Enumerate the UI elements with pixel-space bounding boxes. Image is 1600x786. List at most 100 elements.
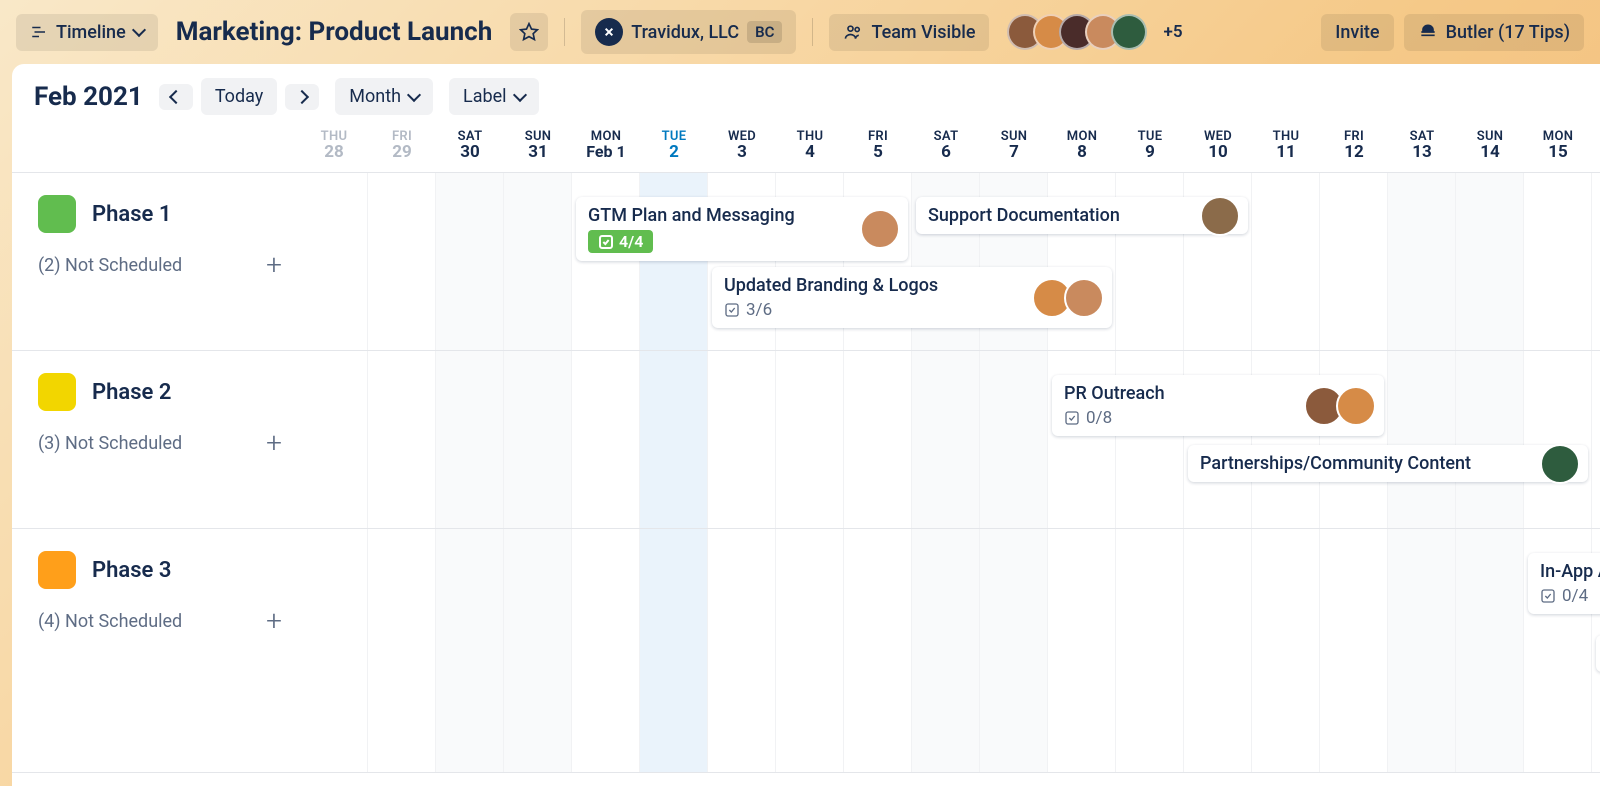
day-header: THU4 [776,125,844,172]
grid-column [1048,529,1116,772]
grid-column [1388,173,1456,350]
lane-grid[interactable]: In-App Announcement 0/4 Upload Tutorial Vi… [300,529,1600,772]
card-title: Support Documentation [928,205,1236,226]
grid-column [1388,351,1456,528]
member-overflow[interactable]: +5 [1163,22,1182,42]
add-card-button[interactable]: + [266,607,282,635]
grid-column [980,529,1048,772]
not-scheduled-label[interactable]: (4) Not Scheduled [38,611,182,632]
not-scheduled-label[interactable]: (3) Not Scheduled [38,433,182,454]
timeline-card[interactable]: In-App Announcement 0/4 [1528,553,1600,614]
view-label: Timeline [56,22,126,43]
lane: Phase 3(4) Not Scheduled+In-App Announce… [12,529,1600,773]
checklist-badge: 0/8 [1064,408,1112,428]
grid-column [980,351,1048,528]
grid-column [1456,173,1524,350]
timeline-card[interactable]: Upload Tutorial Videos [1596,635,1600,672]
visibility-button[interactable]: Team Visible [829,14,989,51]
card-avatars [860,209,900,249]
avatar [860,209,900,249]
add-card-button[interactable]: + [266,251,282,279]
day-header: SUN14 [1456,125,1524,172]
avatar [1064,278,1104,318]
lane-grid[interactable]: PR Outreach0/8 Partnerships/Community Con… [300,351,1600,528]
divider [564,18,565,46]
butler-button[interactable]: Butler (17 Tips) [1404,14,1584,51]
grid-column [1592,173,1600,350]
day-header: WED10 [1184,125,1252,172]
divider [812,18,813,46]
day-header: THU11 [1252,125,1320,172]
visibility-label: Team Visible [871,22,975,43]
org-name: Travidux, LLC [631,22,739,43]
grid-column [1592,351,1600,528]
lane-title: Phase 2 [38,373,282,411]
org-button[interactable]: Travidux, LLC BC [581,10,796,54]
chevron-down-icon [407,87,421,101]
lane-color-swatch [38,195,76,233]
grid-column [300,173,368,350]
grid-column [1116,529,1184,772]
grid-column [708,529,776,772]
card-avatars [1304,386,1376,426]
lane-grid[interactable]: GTM Plan and Messaging4/4 Support Documen… [300,173,1600,350]
day-header: MON15 [1524,125,1592,172]
butler-icon [1418,22,1438,42]
avatar [1336,386,1376,426]
invite-button[interactable]: Invite [1321,14,1393,51]
member-avatars[interactable] [1007,14,1147,50]
avatar [1200,196,1240,236]
card-title: In-App Announcement [1540,561,1600,582]
timeline-card[interactable]: Updated Branding & Logos3/6 [712,267,1112,328]
team-icon [843,22,863,42]
day-header: SUN7 [980,125,1048,172]
grid-column [640,351,708,528]
grid-column [708,351,776,528]
grid-column [1456,529,1524,772]
grid-column [844,529,912,772]
timeline-card[interactable]: GTM Plan and Messaging4/4 [576,197,908,261]
checklist-badge: 0/4 [1540,586,1588,606]
grid-column [1320,173,1388,350]
grid-column [300,529,368,772]
group-select[interactable]: Label [449,78,539,115]
avatar[interactable] [1111,14,1147,50]
timeline-card[interactable]: PR Outreach0/8 [1052,375,1384,436]
grid-column [436,529,504,772]
grid-column [776,529,844,772]
timeline-card[interactable]: Partnerships/Community Content [1188,445,1588,482]
card-avatars [1200,196,1240,236]
grid-column [912,351,980,528]
board-title[interactable]: Marketing: Product Launch [176,17,493,47]
timeline-icon [30,23,48,41]
grid-column [436,351,504,528]
grid-column [1524,351,1592,528]
grid-column [640,529,708,772]
prev-button[interactable] [159,84,193,110]
grid-column [1252,173,1320,350]
grid-column [844,351,912,528]
view-switcher[interactable]: Timeline [16,14,158,51]
day-header: FRI5 [844,125,912,172]
next-button[interactable] [285,84,319,110]
day-header: FRI12 [1320,125,1388,172]
add-card-button[interactable]: + [266,429,282,457]
zoom-select[interactable]: Month [335,78,433,115]
chevron-left-icon [169,89,183,103]
timeline-card[interactable]: Support Documentation [916,197,1248,234]
day-header: TUE9 [1116,125,1184,172]
grid-column [1184,529,1252,772]
lane-color-swatch [38,551,76,589]
card-title: Partnerships/Community Content [1200,453,1576,474]
chevron-down-icon [132,23,146,37]
grid-column [572,529,640,772]
grid-column [368,351,436,528]
card-avatars [1032,278,1104,318]
star-button[interactable] [510,13,548,51]
today-button[interactable]: Today [201,78,277,115]
grid-column [368,529,436,772]
not-scheduled-label[interactable]: (2) Not Scheduled [38,255,182,276]
day-header: TUE2 [640,125,708,172]
day-header: MONFeb 1 [572,125,640,172]
day-header: THU28 [300,125,368,172]
